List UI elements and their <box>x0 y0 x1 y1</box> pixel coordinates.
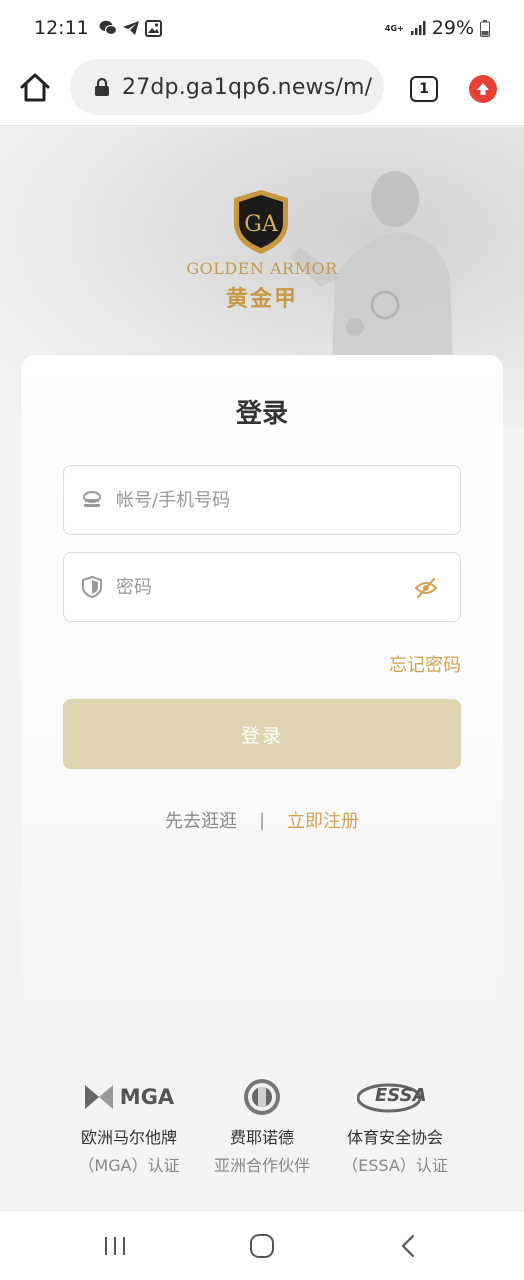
home-icon[interactable] <box>18 71 52 105</box>
mga-logo-text: MGA <box>119 1085 175 1109</box>
url-text: 27dp.ga1qp6.news/m/ <box>122 74 373 100</box>
brand-name-en: GOLDEN ARMOR <box>186 259 338 278</box>
forgot-password-link[interactable]: 忘记密码 <box>389 651 461 677</box>
partner-logos: MGA 欧洲马尔他牌 （MGA）认证 费耶诺德 亚洲合作伙伴 ESSA 体育安全 <box>0 1076 524 1176</box>
password-input[interactable] <box>116 576 396 598</box>
system-nav-bar <box>0 1210 524 1280</box>
battery-icon <box>480 19 490 37</box>
back-icon[interactable] <box>394 1231 424 1261</box>
recent-apps-icon[interactable] <box>100 1231 130 1261</box>
essa-logo: ESSA <box>357 1081 433 1113</box>
wechat-icon <box>99 20 117 36</box>
login-button[interactable]: 登录 <box>63 699 461 769</box>
register-link[interactable]: 立即注册 <box>287 807 359 833</box>
browse-first-link[interactable]: 先去逛逛 <box>165 807 237 833</box>
home-nav-icon[interactable] <box>247 1231 277 1261</box>
status-bar: 12:11 4G+ 29% <box>0 0 524 56</box>
network-type: 4G+ <box>384 23 404 33</box>
brand-name-cn: 黄金甲 <box>225 287 298 312</box>
feyenoord-logo-icon <box>244 1079 280 1115</box>
tab-switcher-button[interactable]: 1 <box>410 76 438 102</box>
mga-logo-icon <box>84 1085 113 1109</box>
update-button[interactable] <box>469 75 497 103</box>
browser-toolbar: 27dp.ga1qp6.news/m/ 1 <box>0 56 524 126</box>
shield-icon <box>82 576 102 598</box>
account-input[interactable] <box>116 489 396 511</box>
telegram-icon <box>122 21 139 35</box>
password-field[interactable] <box>63 552 461 622</box>
signal-icon <box>410 21 426 35</box>
partner-sub: （ESSA）认证 <box>342 1156 448 1175</box>
gallery-icon <box>144 19 162 37</box>
link-separator: | <box>258 809 266 831</box>
secondary-links: 先去逛逛 | 立即注册 <box>21 807 503 833</box>
status-time: 12:11 <box>34 17 89 39</box>
partner-essa: ESSA 体育安全协会 （ESSA）认证 <box>310 1076 480 1176</box>
account-icon <box>83 491 101 507</box>
battery-percent: 29% <box>431 17 474 39</box>
golden-armor-logo: GA <box>234 190 288 254</box>
eye-off-icon[interactable] <box>414 577 438 599</box>
address-bar[interactable]: 27dp.ga1qp6.news/m/ <box>70 59 384 115</box>
lock-icon <box>95 77 109 96</box>
account-field[interactable] <box>63 465 461 535</box>
login-card: 登录 忘记密码 登录 先去逛逛 | 立即注册 <box>21 355 503 1035</box>
login-title: 登录 <box>235 399 288 429</box>
essa-logo-text: ESSA <box>375 1085 427 1106</box>
arrow-up-icon <box>477 83 489 95</box>
logo-monogram: GA <box>244 212 279 237</box>
partner-name: 体育安全协会 <box>346 1128 443 1147</box>
